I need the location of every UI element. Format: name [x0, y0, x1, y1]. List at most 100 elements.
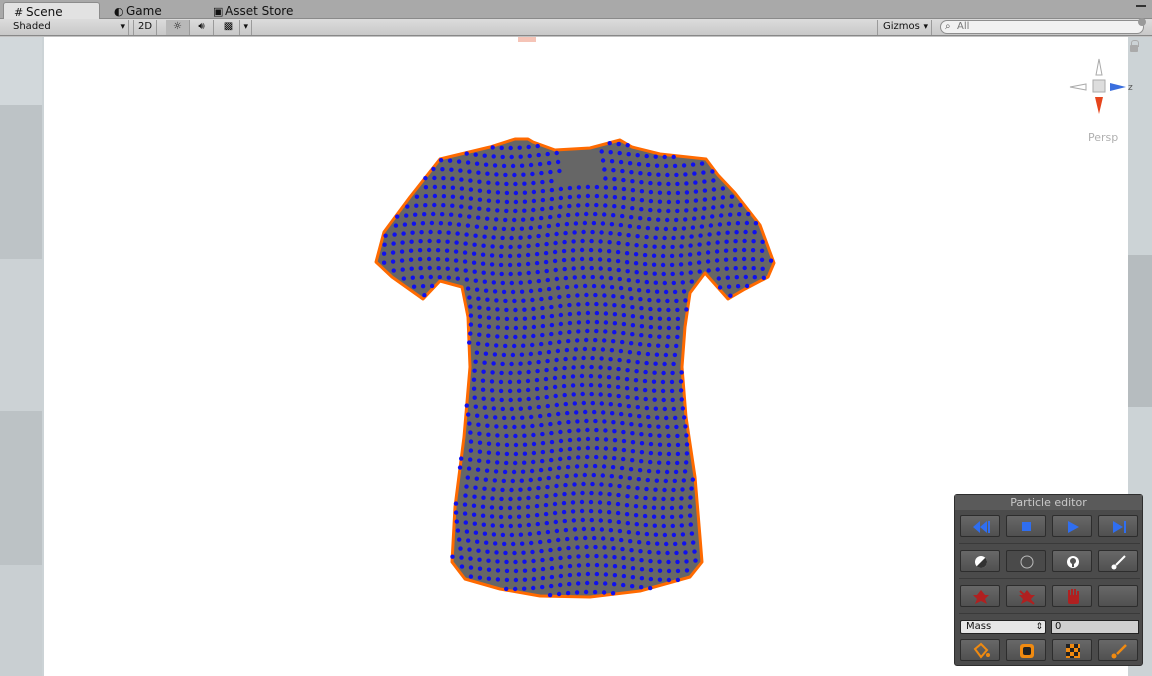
particle[interactable] [426, 247, 432, 253]
particle[interactable] [589, 265, 594, 271]
particle[interactable] [621, 321, 627, 327]
particle[interactable] [401, 276, 406, 281]
particle[interactable] [733, 266, 738, 271]
particle[interactable] [594, 319, 600, 325]
particle[interactable] [535, 143, 540, 149]
particle[interactable] [525, 261, 531, 267]
particle[interactable] [536, 404, 541, 410]
particle[interactable] [585, 328, 590, 334]
particle[interactable] [583, 535, 588, 541]
particle[interactable] [477, 431, 482, 436]
particle[interactable] [681, 226, 687, 231]
particle[interactable] [521, 172, 526, 177]
particle[interactable] [617, 357, 622, 363]
particle[interactable] [657, 433, 662, 438]
particle[interactable] [526, 369, 531, 375]
particle[interactable] [468, 178, 473, 183]
particle[interactable] [733, 239, 738, 244]
particle[interactable] [567, 194, 573, 200]
particle[interactable] [702, 188, 708, 193]
particle[interactable] [680, 406, 685, 411]
particle[interactable] [654, 478, 659, 483]
particle[interactable] [400, 267, 405, 272]
particle[interactable] [601, 464, 607, 469]
particle[interactable] [503, 550, 508, 556]
particle[interactable] [621, 564, 627, 570]
particle[interactable] [579, 256, 585, 262]
particle[interactable] [498, 514, 504, 520]
particle[interactable] [732, 248, 738, 253]
particle[interactable] [616, 492, 621, 498]
checker-button[interactable] [1052, 639, 1092, 661]
particle[interactable] [483, 477, 488, 482]
particle[interactable] [453, 501, 459, 506]
particle[interactable] [612, 447, 618, 452]
particle[interactable] [566, 419, 571, 425]
particle[interactable] [717, 222, 723, 227]
particle[interactable] [648, 180, 653, 186]
particle[interactable] [513, 190, 519, 196]
particle[interactable] [644, 234, 649, 240]
particle[interactable] [575, 545, 580, 550]
particle[interactable] [558, 447, 564, 453]
particle[interactable] [705, 250, 711, 255]
particle[interactable] [530, 297, 535, 303]
particle[interactable] [690, 162, 696, 167]
particle[interactable] [549, 574, 555, 580]
particle[interactable] [618, 474, 623, 480]
particle[interactable] [606, 249, 612, 254]
particle[interactable] [519, 226, 525, 231]
particle[interactable] [483, 288, 489, 293]
particle[interactable] [648, 567, 654, 573]
particle[interactable] [654, 289, 660, 294]
particle[interactable] [679, 496, 684, 501]
particle[interactable] [472, 395, 477, 400]
particle[interactable] [517, 370, 522, 375]
particle[interactable] [690, 225, 696, 230]
particle[interactable] [612, 438, 618, 443]
particle[interactable] [465, 475, 470, 480]
particle[interactable] [494, 343, 499, 348]
particle[interactable] [656, 298, 661, 303]
particle[interactable] [651, 514, 657, 519]
particle[interactable] [665, 424, 670, 430]
particle[interactable] [510, 289, 516, 295]
particle[interactable] [525, 513, 531, 519]
particle[interactable] [603, 185, 609, 190]
particle[interactable] [459, 456, 464, 461]
particle[interactable] [635, 360, 640, 365]
particle[interactable] [558, 312, 564, 318]
particle[interactable] [665, 550, 670, 556]
particle[interactable] [612, 555, 617, 560]
particle[interactable] [441, 185, 447, 190]
particle[interactable] [626, 404, 631, 409]
particle[interactable] [674, 298, 679, 304]
particle[interactable] [513, 568, 519, 574]
particle[interactable] [594, 580, 599, 586]
particle[interactable] [647, 342, 652, 348]
particle[interactable] [657, 568, 663, 573]
particle[interactable] [634, 495, 639, 500]
particle[interactable] [657, 451, 663, 456]
particle[interactable] [660, 388, 666, 394]
particle[interactable] [459, 555, 464, 560]
particle[interactable] [499, 523, 504, 529]
particle[interactable] [599, 527, 605, 532]
particle[interactable] [563, 482, 568, 488]
particle[interactable] [621, 447, 627, 453]
particle[interactable] [571, 392, 576, 397]
particle[interactable] [508, 370, 513, 376]
particle[interactable] [432, 184, 438, 190]
particle[interactable] [543, 511, 549, 517]
particle[interactable] [666, 577, 672, 583]
particle[interactable] [508, 496, 513, 502]
particle[interactable] [383, 233, 388, 238]
particle[interactable] [583, 589, 589, 595]
particle[interactable] [480, 261, 486, 266]
particle[interactable] [645, 351, 651, 357]
particle[interactable] [570, 383, 576, 388]
pin-button[interactable] [1052, 550, 1092, 572]
particle[interactable] [570, 500, 576, 505]
particle[interactable] [609, 348, 615, 353]
particle[interactable] [517, 397, 522, 402]
